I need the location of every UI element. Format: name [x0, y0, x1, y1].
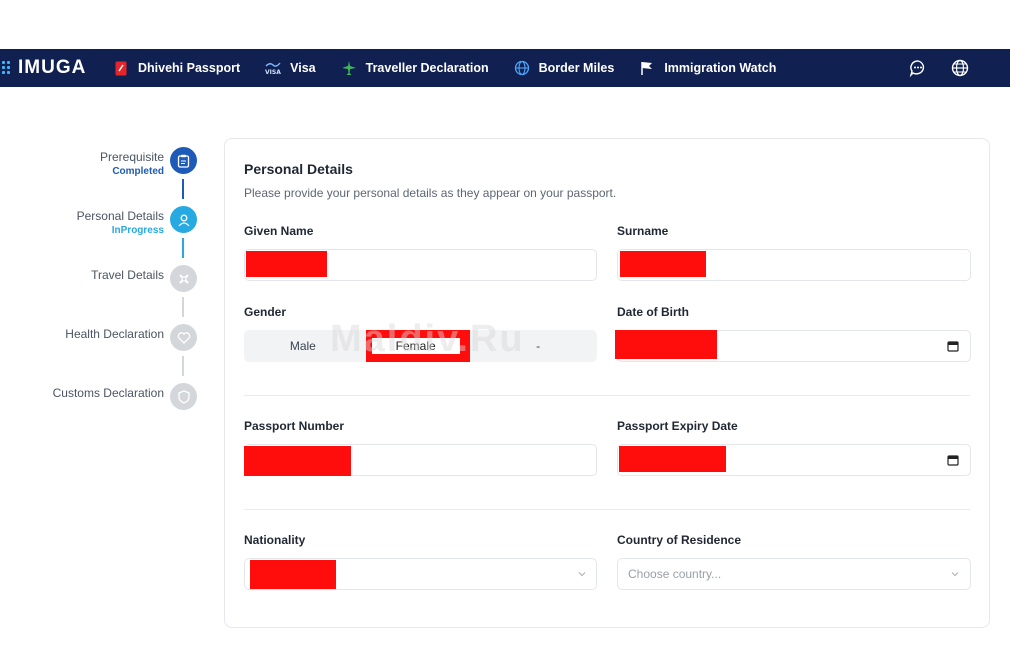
passport-icon: [112, 59, 130, 77]
redaction-block: [615, 330, 717, 359]
personal-details-card: Personal Details Please provide your per…: [224, 138, 990, 628]
top-navigation-bar: IMUGA Dhivehi Passport VISA Visa Travell…: [0, 49, 1010, 87]
gender-option-female[interactable]: Female: [362, 330, 480, 362]
chevron-down-icon[interactable]: [950, 569, 960, 579]
redaction-block: [620, 251, 706, 277]
section-divider: [244, 509, 970, 510]
passport-number-label: Passport Number: [244, 419, 345, 433]
step-connector: [182, 238, 184, 258]
redaction-block: [250, 560, 336, 589]
logo-dots-icon: [2, 60, 12, 76]
svg-text:VISA: VISA: [265, 69, 281, 76]
gender-option-unspecified[interactable]: -: [479, 330, 597, 362]
step-connector: [182, 297, 184, 317]
calendar-icon[interactable]: [947, 340, 959, 352]
section-subtitle: Please provide your personal details as …: [244, 186, 617, 200]
redaction-block: [619, 446, 726, 472]
given-name-label: Given Name: [244, 224, 314, 238]
globe-icon: [513, 59, 531, 77]
gender-segmented-control: Male Female -: [244, 330, 597, 362]
visa-icon: VISA: [264, 59, 282, 77]
airplane-icon: [340, 59, 358, 77]
nav-item-dhivehi-passport[interactable]: Dhivehi Passport: [112, 59, 240, 77]
step-status: Completed: [112, 166, 164, 177]
step-personal-details[interactable]: Personal Details InProgress: [77, 206, 197, 236]
step-connector: [182, 179, 184, 199]
step-prerequisite[interactable]: Prerequisite Completed: [100, 147, 197, 177]
nav-item-label: Dhivehi Passport: [138, 61, 241, 75]
step-status: InProgress: [111, 225, 164, 236]
step-label: Health Declaration: [65, 327, 164, 341]
user-icon: [170, 206, 197, 233]
language-globe-icon[interactable]: [950, 58, 970, 78]
clipboard-icon: [170, 147, 197, 174]
nav-item-label: Immigration Watch: [664, 61, 777, 75]
nav-item-label: Traveller Declaration: [365, 61, 489, 75]
country-of-residence-label: Country of Residence: [617, 533, 742, 547]
chevron-down-icon[interactable]: [577, 569, 587, 579]
nav-item-label: Border Miles: [538, 61, 615, 75]
step-travel-details[interactable]: Travel Details: [91, 265, 197, 292]
step-health-declaration[interactable]: Health Declaration: [65, 324, 197, 351]
logo-text: IMUGA: [18, 57, 87, 78]
redaction-block: [246, 251, 327, 277]
passport-expiry-label: Passport Expiry Date: [617, 419, 738, 433]
flag-icon: [638, 59, 656, 77]
nationality-label: Nationality: [244, 533, 306, 547]
step-label: Personal Details: [76, 209, 164, 223]
shield-icon: [170, 383, 197, 410]
step-label: Customs Declaration: [52, 386, 164, 400]
redaction-block: [244, 446, 351, 476]
nav-right-actions: [908, 49, 970, 87]
nav-item-visa[interactable]: VISA Visa: [264, 59, 316, 77]
section-divider: [244, 395, 970, 396]
step-label: Travel Details: [91, 268, 164, 282]
plane-cross-icon: [170, 265, 197, 292]
country-of-residence-select[interactable]: Choose country...: [617, 558, 971, 590]
chat-icon[interactable]: [908, 58, 928, 78]
step-label: Prerequisite: [99, 150, 164, 164]
nav-item-label: Visa: [290, 61, 316, 75]
calendar-icon[interactable]: [947, 454, 959, 466]
nav-item-border-miles[interactable]: Border Miles: [513, 59, 615, 77]
imuga-logo[interactable]: IMUGA: [2, 57, 102, 79]
heart-icon: [170, 324, 197, 351]
nav-item-traveller-declaration[interactable]: Traveller Declaration: [340, 59, 489, 77]
gender-selected-label: Female: [371, 338, 460, 354]
date-of-birth-label: Date of Birth: [617, 305, 689, 319]
nav-item-immigration-watch[interactable]: Immigration Watch: [638, 59, 776, 77]
step-connector: [182, 356, 184, 376]
step-customs-declaration[interactable]: Customs Declaration: [53, 383, 197, 410]
gender-option-male[interactable]: Male: [244, 330, 362, 362]
gender-label: Gender: [244, 305, 287, 319]
surname-label: Surname: [617, 224, 669, 238]
section-title: Personal Details: [244, 161, 353, 177]
